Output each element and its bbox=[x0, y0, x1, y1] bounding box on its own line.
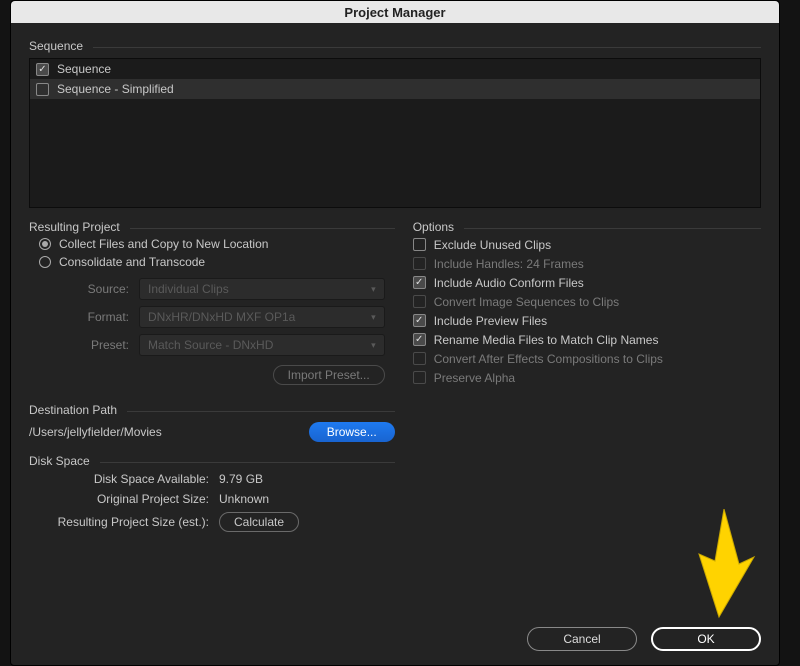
checkbox-icon[interactable] bbox=[413, 238, 426, 251]
option-label: Rename Media Files to Match Clip Names bbox=[434, 333, 659, 347]
destination-path: /Users/jellyfielder/Movies bbox=[29, 425, 162, 439]
disk-avail-label: Disk Space Available: bbox=[29, 472, 219, 486]
option-label: Convert Image Sequences to Clips bbox=[434, 295, 619, 309]
sequence-row-label: Sequence - Simplified bbox=[57, 82, 174, 96]
option-exclude-unused[interactable]: Exclude Unused Clips bbox=[413, 235, 761, 254]
dialog-title: Project Manager bbox=[344, 5, 445, 20]
chevron-down-icon: ▾ bbox=[371, 284, 376, 295]
radio-label: Collect Files and Copy to New Location bbox=[59, 237, 268, 251]
checkbox-icon bbox=[413, 295, 426, 308]
option-rename-media[interactable]: ✓ Rename Media Files to Match Clip Names bbox=[413, 330, 761, 349]
checkbox-icon bbox=[413, 257, 426, 270]
chevron-down-icon: ▾ bbox=[371, 340, 376, 351]
option-convert-image-seq: Convert Image Sequences to Clips bbox=[413, 292, 761, 311]
option-preview-files[interactable]: ✓ Include Preview Files bbox=[413, 311, 761, 330]
project-manager-dialog: Project Manager Sequence ✓ Sequence Sequ… bbox=[10, 0, 780, 666]
sequence-row[interactable]: ✓ Sequence bbox=[30, 59, 760, 79]
preset-value: Match Source - DNxHD bbox=[148, 338, 273, 352]
option-label: Include Handles: 24 Frames bbox=[434, 257, 584, 271]
est-size-label: Resulting Project Size (est.): bbox=[29, 515, 219, 529]
disk-avail-value: 9.79 GB bbox=[219, 472, 263, 486]
dialog-titlebar: Project Manager bbox=[11, 1, 779, 23]
option-include-handles: Include Handles: 24 Frames bbox=[413, 254, 761, 273]
option-label: Include Audio Conform Files bbox=[434, 276, 584, 290]
sequence-row-label: Sequence bbox=[57, 62, 111, 76]
sequence-list[interactable]: ✓ Sequence Sequence - Simplified bbox=[29, 58, 761, 208]
checkbox-icon[interactable]: ✓ bbox=[413, 276, 426, 289]
source-select[interactable]: Individual Clips ▾ bbox=[139, 278, 385, 300]
import-preset-button[interactable]: Import Preset... bbox=[273, 365, 385, 385]
checkbox-icon[interactable] bbox=[36, 83, 49, 96]
orig-size-label: Original Project Size: bbox=[29, 492, 219, 506]
option-preserve-alpha: Preserve Alpha bbox=[413, 368, 761, 387]
format-label: Format: bbox=[39, 310, 139, 324]
orig-size-value: Unknown bbox=[219, 492, 269, 506]
radio-icon[interactable] bbox=[39, 256, 51, 268]
options-label: Options bbox=[413, 220, 464, 234]
checkbox-icon[interactable]: ✓ bbox=[36, 63, 49, 76]
disk-space-label: Disk Space bbox=[29, 454, 100, 468]
resulting-project-section: Resulting Project Collect Files and Copy… bbox=[29, 228, 395, 393]
options-section: Options Exclude Unused Clips Include Han… bbox=[413, 228, 761, 387]
option-audio-conform[interactable]: ✓ Include Audio Conform Files bbox=[413, 273, 761, 292]
dialog-actions: Cancel OK bbox=[11, 617, 779, 665]
ok-button[interactable]: OK bbox=[651, 627, 761, 651]
checkbox-icon bbox=[413, 352, 426, 365]
checkbox-icon bbox=[413, 371, 426, 384]
sequence-section: Sequence ✓ Sequence Sequence - Simplifie… bbox=[29, 47, 761, 208]
radio-label: Consolidate and Transcode bbox=[59, 255, 205, 269]
cancel-button[interactable]: Cancel bbox=[527, 627, 637, 651]
format-select[interactable]: DNxHR/DNxHD MXF OP1a ▾ bbox=[139, 306, 385, 328]
option-convert-ae: Convert After Effects Compositions to Cl… bbox=[413, 349, 761, 368]
browse-button[interactable]: Browse... bbox=[309, 422, 395, 442]
checkbox-icon[interactable]: ✓ bbox=[413, 314, 426, 327]
option-label: Preserve Alpha bbox=[434, 371, 515, 385]
destination-section: Destination Path /Users/jellyfielder/Mov… bbox=[29, 411, 395, 444]
radio-icon[interactable] bbox=[39, 238, 51, 250]
option-label: Include Preview Files bbox=[434, 314, 547, 328]
sequence-row[interactable]: Sequence - Simplified bbox=[30, 79, 760, 99]
chevron-down-icon: ▾ bbox=[371, 312, 376, 323]
source-label: Source: bbox=[39, 282, 139, 296]
option-label: Convert After Effects Compositions to Cl… bbox=[434, 352, 663, 366]
option-label: Exclude Unused Clips bbox=[434, 238, 551, 252]
destination-label: Destination Path bbox=[29, 403, 127, 417]
source-value: Individual Clips bbox=[148, 282, 229, 296]
calculate-button[interactable]: Calculate bbox=[219, 512, 299, 532]
sequence-section-label: Sequence bbox=[29, 39, 93, 53]
preset-label: Preset: bbox=[39, 338, 139, 352]
checkbox-icon[interactable]: ✓ bbox=[413, 333, 426, 346]
format-value: DNxHR/DNxHD MXF OP1a bbox=[148, 310, 295, 324]
preset-select[interactable]: Match Source - DNxHD ▾ bbox=[139, 334, 385, 356]
disk-space-section: Disk Space Disk Space Available: 9.79 GB… bbox=[29, 462, 395, 535]
radio-consolidate[interactable]: Consolidate and Transcode bbox=[29, 253, 395, 271]
resulting-project-label: Resulting Project bbox=[29, 220, 130, 234]
radio-collect-files[interactable]: Collect Files and Copy to New Location bbox=[29, 235, 395, 253]
